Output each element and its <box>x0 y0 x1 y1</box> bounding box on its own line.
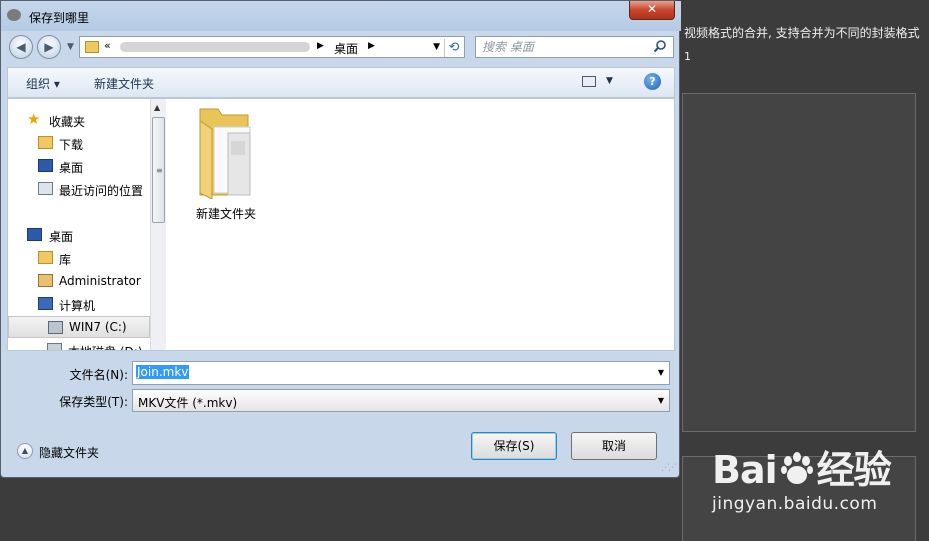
organize-menu[interactable]: 组织 ▾ <box>26 75 60 92</box>
nav-item-label: 收藏夹 <box>49 115 86 129</box>
navigation-bar: ◀ ▶ ▼ « ▶ 桌面 ▶ ▼ ⟲ <box>7 34 675 61</box>
filename-dropdown-icon[interactable]: ▼ <box>658 368 664 377</box>
address-prefix[interactable]: « <box>104 39 111 52</box>
forward-button[interactable]: ▶ <box>37 35 61 59</box>
save-button[interactable]: 保存(S) <box>471 432 557 460</box>
background-description: 视频格式的合并, 支持合并为不同的封装格式 <box>684 26 920 40</box>
scroll-thumb[interactable]: ≡ <box>152 117 165 223</box>
filetype-select[interactable]: MKV文件 (*.mkv) ▼ <box>132 389 670 412</box>
watermark-url: jingyan.baidu.com <box>712 494 878 514</box>
nav-item-label: 桌面 <box>49 230 74 244</box>
user-folder-icon <box>38 274 53 287</box>
nav-item-label: WIN7 (C:) <box>69 320 127 334</box>
drive-icon <box>48 321 63 334</box>
help-icon[interactable]: ? <box>644 73 661 90</box>
nav-item-drive-c[interactable]: WIN7 (C:) <box>8 316 150 338</box>
nav-item-desktop-root[interactable]: 桌面 <box>8 224 150 246</box>
watermark-logo-prefix: Bai <box>712 448 778 492</box>
drive-icon <box>47 343 62 350</box>
cancel-button[interactable]: 取消 <box>571 432 657 460</box>
folder-label[interactable]: 新建文件夹 <box>196 205 256 222</box>
filename-field[interactable]: Join.mkv ▼ <box>132 361 670 385</box>
nav-item-library[interactable]: 库 <box>8 247 150 269</box>
star-icon: ★ <box>27 110 41 128</box>
dialog-title: 保存到哪里 <box>29 11 90 25</box>
title-bar[interactable]: 保存到哪里 ✕ <box>1 1 681 31</box>
folder-icon[interactable] <box>194 107 256 200</box>
computer-icon <box>38 297 53 310</box>
save-dialog: 保存到哪里 ✕ ◀ ▶ ▼ « ▶ 桌面 ▶ ▼ ⟲ 组织 ▾ 新建文件夹 ▼ … <box>0 0 681 478</box>
desktop-icon <box>27 228 42 241</box>
refresh-icon[interactable]: ⟲ <box>444 39 463 57</box>
watermark-logo-suffix: 经验 <box>816 448 892 492</box>
breadcrumb-arrow-icon[interactable]: ▶ <box>317 41 324 51</box>
nav-item-label: 最近访问的位置 <box>59 184 144 198</box>
new-folder-button[interactable]: 新建文件夹 <box>94 75 154 92</box>
scroll-grip-icon: ≡ <box>156 166 163 175</box>
filetype-dropdown-icon[interactable]: ▼ <box>658 396 664 405</box>
scroll-up-icon[interactable]: ▲ <box>154 103 160 112</box>
filename-label: 文件名(N): <box>69 368 128 382</box>
filetype-value: MKV文件 (*.mkv) <box>138 396 238 410</box>
library-icon <box>38 251 53 264</box>
nav-item-downloads[interactable]: 下载 <box>8 132 150 154</box>
address-bar[interactable]: « ▶ 桌面 ▶ ▼ ⟲ <box>79 36 465 58</box>
close-button[interactable]: ✕ <box>629 1 675 20</box>
blurred-path-segment <box>120 42 310 52</box>
nav-scrollbar[interactable]: ▲ ≡ <box>150 99 166 350</box>
view-icon[interactable] <box>582 76 596 87</box>
back-button[interactable]: ◀ <box>9 35 33 59</box>
folder-icon <box>85 41 99 53</box>
search-icon[interactable] <box>653 39 669 55</box>
background-panel <box>682 93 916 432</box>
nav-item-drive-d[interactable]: 本地磁盘 (D:) <box>8 339 150 350</box>
nav-item-label: 计算机 <box>59 299 96 313</box>
nav-item-recent[interactable]: 最近访问的位置 <box>8 178 150 200</box>
resize-grip-icon[interactable]: ⋰⋰ <box>661 463 677 473</box>
download-folder-icon <box>38 136 53 149</box>
desktop-icon <box>38 159 53 172</box>
view-dropdown-icon[interactable]: ▼ <box>606 76 613 86</box>
nav-item-label: 下载 <box>59 138 84 152</box>
nav-item-label: 桌面 <box>59 161 84 175</box>
filetype-label: 保存类型(T): <box>59 395 128 409</box>
nav-item-desktop[interactable]: 桌面 <box>8 155 150 177</box>
breadcrumb-arrow-icon[interactable]: ▶ <box>368 41 375 51</box>
search-input[interactable] <box>476 37 657 57</box>
nav-item-administrator[interactable]: Administrator <box>8 270 150 292</box>
filename-value[interactable]: Join.mkv <box>136 365 190 379</box>
chevron-up-icon[interactable]: ▲ <box>17 443 33 459</box>
app-icon <box>7 9 21 21</box>
baidu-paw-icon <box>779 451 815 487</box>
address-dropdown-icon[interactable]: ▼ <box>433 42 440 52</box>
file-list: 新建文件夹 <box>166 99 674 350</box>
hide-folders-label[interactable]: 隐藏文件夹 <box>39 444 99 461</box>
nav-item-label: 库 <box>59 253 72 267</box>
recent-places-icon <box>38 182 53 195</box>
command-bar: 组织 ▾ 新建文件夹 ▼ ? <box>7 67 675 98</box>
search-box[interactable] <box>475 36 674 58</box>
breadcrumb-desktop[interactable]: 桌面 <box>334 40 358 57</box>
navigation-pane: ★ 收藏夹 下载 桌面 最近访问的位置 桌面 库 Administrator 计… <box>8 99 150 350</box>
history-dropdown-icon[interactable]: ▼ <box>67 42 74 52</box>
nav-item-computer[interactable]: 计算机 <box>8 293 150 315</box>
nav-item-favorites[interactable]: ★ 收藏夹 <box>8 109 150 131</box>
browser-pane: ★ 收藏夹 下载 桌面 最近访问的位置 桌面 库 Administrator 计… <box>7 98 675 351</box>
background-line-number: 1 <box>684 50 691 63</box>
nav-item-label: 本地磁盘 (D:) <box>68 343 142 350</box>
baidu-watermark: Bai 经验 jingyan.baidu.com <box>712 448 892 514</box>
nav-item-label: Administrator <box>59 274 141 288</box>
